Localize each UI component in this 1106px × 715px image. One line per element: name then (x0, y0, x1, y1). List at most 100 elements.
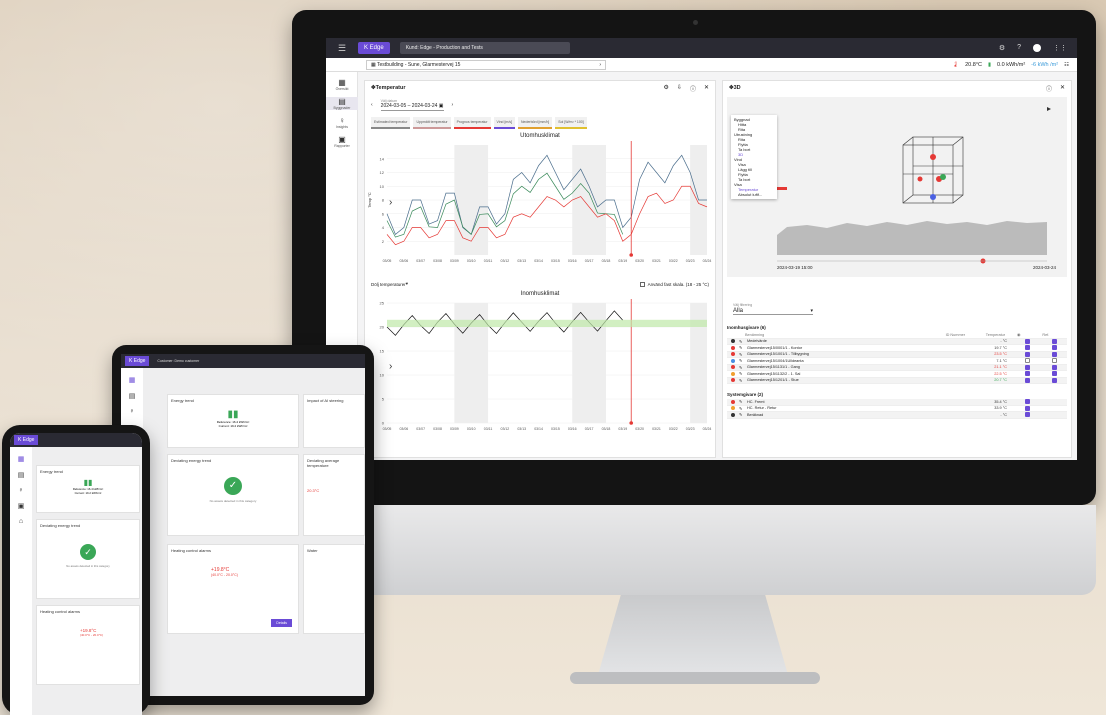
x-tick-label: 03/06 (399, 259, 408, 263)
now-marker-dot[interactable] (629, 253, 634, 257)
3d-viewport[interactable]: Byggnad Hitta Rita Utrustning Rita Flytta Ta b… (727, 97, 1067, 277)
filter-select[interactable]: Alla ▾ (733, 308, 813, 315)
visibility-checkbox[interactable] (1025, 377, 1030, 383)
deviating-energy-card[interactable]: Deviating energy trend ✓ No assets detec… (167, 454, 299, 536)
visibility-checkbox[interactable] (1025, 351, 1030, 357)
chevron-right-icon[interactable]: › (389, 197, 392, 208)
edit-icon[interactable]: ✎ (739, 412, 747, 417)
nav-item-overview[interactable]: ▦ (121, 376, 143, 384)
series-toggle-chip[interactable]: Sol [W/m² * 100] (555, 117, 587, 129)
visibility-checkbox[interactable] (1025, 338, 1030, 344)
deviating-energy-card[interactable]: Deviating energy trend ✓ No assets detec… (36, 519, 140, 599)
card-title: Heating control alarms (171, 548, 212, 553)
reference-checkbox[interactable] (1052, 371, 1057, 377)
chevron-right-icon[interactable]: › (452, 102, 454, 108)
close-icon[interactable]: ✕ (1060, 84, 1065, 93)
edit-icon[interactable]: ✎ (739, 339, 747, 344)
visibility-checkbox[interactable] (1025, 399, 1030, 405)
sensor-row[interactable]: ✎ Beräknad - °C (727, 412, 1067, 419)
nav-item-buildings[interactable]: ▤ (10, 471, 32, 479)
sensor-temperature: - °C (1000, 339, 1007, 344)
edit-icon[interactable]: ✎ (739, 371, 747, 376)
caret-down-icon: ▾ (405, 281, 409, 286)
ai-steering-card[interactable]: Impact of AI steering (303, 394, 365, 448)
edit-icon[interactable]: ✎ (739, 399, 747, 404)
nav-item-remote[interactable]: ⌂ (10, 518, 32, 525)
sliders-icon[interactable]: ☷ (1064, 62, 1069, 68)
deviating-temperature-card[interactable]: Deviating average temperature 20.3°C (303, 454, 365, 536)
series-toggle-chip[interactable]: Vind [m/s] (493, 117, 516, 129)
energy-trend-card[interactable]: Energy trend ▮▮ Reference: 16.4 kWh/m² C… (167, 394, 299, 448)
fixed-scale-checkbox[interactable] (639, 281, 645, 287)
nav-item-reports[interactable]: ▣ (10, 502, 32, 510)
close-icon[interactable]: ✕ (704, 84, 709, 93)
now-marker-dot[interactable] (629, 421, 634, 425)
visibility-checkbox[interactable] (1025, 364, 1030, 370)
reference-checkbox[interactable] (1052, 364, 1057, 370)
series-toggle-chip[interactable]: Uppmätt temperatur (413, 117, 451, 129)
nav-item-reports[interactable]: ▣ Rapporter (326, 135, 358, 148)
details-button[interactable]: Details (271, 619, 292, 627)
sensor-marker[interactable] (940, 174, 946, 180)
hide-temperatures-dropdown[interactable]: Dölj temperaturer (371, 282, 406, 287)
visibility-checkbox[interactable] (1025, 405, 1030, 411)
help-icon[interactable]: ? (1017, 44, 1021, 52)
sensor-marker[interactable] (930, 154, 936, 160)
play-icon[interactable] (1047, 107, 1051, 111)
heating-alarms-card[interactable]: Heating control alarms +19.8°C (40.0°C -… (167, 544, 299, 634)
heating-alarms-card[interactable]: Heating control alarms +19.8°C (40.0°C -… (36, 605, 140, 685)
visibility-checkbox[interactable] (1025, 358, 1030, 364)
info-icon[interactable]: ⓘ (690, 84, 696, 93)
info-icon[interactable]: ⓘ (1046, 84, 1052, 93)
breadcrumb: Testbuilding - Sune, Glarmestervej 15 (377, 61, 461, 68)
series-toggle-chip[interactable]: Nederbörd [mm/h] (518, 117, 553, 129)
water-card[interactable]: Water (303, 544, 365, 634)
sensor-marker[interactable] (917, 176, 923, 182)
app-logo[interactable]: K Edge (358, 42, 390, 54)
edit-icon[interactable]: ✎ (739, 345, 747, 350)
sensor-name: Glarmestervej15/1004/1Ulldeanta (747, 358, 804, 363)
sensor-row[interactable]: ✎ Glarmestervej15/1201/1 - Stue 20.7 °C (727, 377, 1067, 384)
visibility-checkbox[interactable] (1025, 371, 1030, 377)
avatar[interactable] (1033, 44, 1041, 52)
edit-icon[interactable]: ✎ (739, 358, 747, 363)
series-toggle-chip[interactable]: Estimated temperatur (371, 117, 411, 129)
date-picker[interactable]: Välj datum 2024-03-05 – 2024-03-24 ▣ (380, 99, 444, 111)
apps-grid-icon[interactable]: ⋮⋮ (1053, 44, 1067, 52)
sensor-marker[interactable] (930, 194, 936, 200)
date-row: ‹ Välj datum 2024-03-05 – 2024-03-24 ▣ › (371, 99, 715, 111)
app-logo[interactable]: K Edge (125, 356, 150, 366)
reference-checkbox[interactable] (1052, 351, 1057, 357)
layer-menu-item[interactable]: Absolut luftf... (734, 192, 774, 197)
reference-checkbox[interactable] (1052, 358, 1057, 364)
chevron-left-icon[interactable]: ‹ (371, 102, 373, 108)
nav-item-overview[interactable]: ▦ Översikt (326, 78, 358, 91)
edit-icon[interactable]: ✎ (739, 378, 747, 383)
edit-icon[interactable]: ✎ (739, 352, 747, 357)
customer-selector[interactable]: Kund: Edge - Production and Tests (399, 42, 570, 54)
building-selector[interactable]: ▦ Testbuilding - Sune, Glarmestervej 15 › (366, 59, 606, 70)
settings-icon[interactable]: ⚙ (999, 44, 1005, 52)
customer-selector[interactable]: Customer: Demo customer (157, 359, 199, 363)
nav-item-buildings[interactable]: ▤ (121, 392, 143, 400)
chevron-right-icon[interactable]: › (389, 361, 392, 372)
visibility-checkbox[interactable] (1025, 345, 1030, 351)
nav-item-buildings[interactable]: ▤ Byggnader (326, 97, 358, 110)
nav-item-overview[interactable]: ▦ (10, 455, 32, 463)
edit-icon[interactable]: ✎ (739, 406, 747, 411)
reference-checkbox[interactable] (1052, 377, 1057, 383)
reference-checkbox[interactable] (1052, 338, 1057, 344)
energy-trend-card[interactable]: Energy trend ▮▮ Reference: 16.4 kWh/m² C… (36, 465, 140, 513)
nav-item-insights[interactable]: ♀ (121, 408, 143, 415)
menu-icon[interactable]: ☰ (338, 43, 352, 54)
settings-icon[interactable]: ⚙ (664, 84, 669, 93)
nav-item-insights[interactable]: ♀ Insights (326, 116, 358, 129)
series-toggle-chip[interactable]: Prognos temperatur (453, 117, 491, 129)
app-logo[interactable]: K Edge (14, 435, 39, 445)
visibility-checkbox[interactable] (1025, 412, 1030, 418)
fixed-scale-toggle[interactable]: Använd fast skala. (18 - 25 °C) (639, 281, 709, 287)
edit-icon[interactable]: ✎ (739, 365, 747, 370)
reference-checkbox[interactable] (1052, 345, 1057, 351)
nav-item-insights[interactable]: ♀ (10, 487, 32, 494)
download-icon[interactable]: ⇩ (677, 84, 682, 93)
